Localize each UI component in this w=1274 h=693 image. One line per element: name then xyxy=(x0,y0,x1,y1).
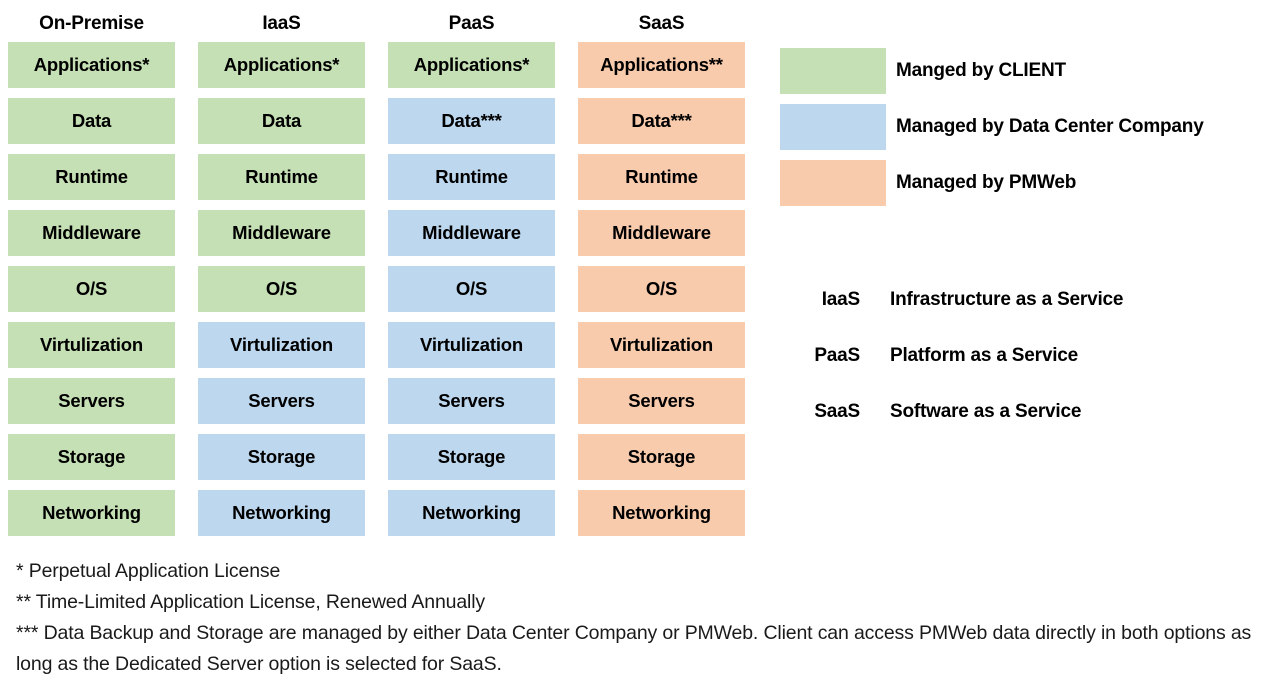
acronym-description: Platform as a Service xyxy=(890,345,1079,366)
stack-cell[interactable]: Virtulization xyxy=(8,322,175,368)
stack-cell[interactable]: Applications* xyxy=(198,42,365,88)
legend-item: Managed by Data Center Company xyxy=(780,104,1204,150)
stack-cell[interactable]: Runtime xyxy=(578,154,745,200)
acronym-item: IaaS Infrastructure as a Service xyxy=(780,277,1124,323)
stack-cell[interactable]: Middleware xyxy=(8,210,175,256)
legend-label: Managed by Data Center Company xyxy=(896,116,1204,137)
acronym-item: SaaS Software as a Service xyxy=(780,389,1123,435)
stack-cell[interactable]: Virtulization xyxy=(198,322,365,368)
column-header-saas: SaaS xyxy=(638,13,685,34)
stack-cell[interactable]: Servers xyxy=(578,378,745,424)
stack-cell[interactable]: Middleware xyxy=(578,210,745,256)
stack-cell[interactable]: Networking xyxy=(388,490,555,536)
stack-cell[interactable]: O/S xyxy=(8,266,175,312)
stack-cell[interactable]: Applications* xyxy=(388,42,555,88)
footnotes: * Perpetual Application License ** Time-L… xyxy=(16,556,1266,680)
matrix-row: Networking Networking Networking Networking xyxy=(8,490,748,536)
responsibility-matrix-page: On-Premise IaaS PaaS SaaS Applications* Appl… xyxy=(0,0,1274,693)
stack-cell[interactable]: Networking xyxy=(198,490,365,536)
legend-swatch-datacenter xyxy=(780,104,886,150)
stack-cell[interactable]: O/S xyxy=(578,266,745,312)
legend-swatch-client xyxy=(780,48,886,94)
stack-cell[interactable]: O/S xyxy=(198,266,365,312)
footnote: ** Time-Limited Application License, Ren… xyxy=(16,591,485,613)
legend-label: Managed by PMWeb xyxy=(896,172,1077,193)
stack-cell[interactable]: Storage xyxy=(8,434,175,480)
legend: Manged by CLIENT Managed by Data Center C… xyxy=(780,48,1204,216)
stack-cell[interactable]: Servers xyxy=(198,378,365,424)
acronym-abbreviation: SaaS xyxy=(814,401,860,422)
stack-cell[interactable]: Runtime xyxy=(388,154,555,200)
legend-swatch-pmweb xyxy=(780,160,886,206)
stack-cell[interactable]: O/S xyxy=(388,266,555,312)
stack-cell[interactable]: Middleware xyxy=(388,210,555,256)
stack-cell[interactable]: Runtime xyxy=(8,154,175,200)
stack-cell[interactable]: Virtulization xyxy=(578,322,745,368)
stack-cell[interactable]: Storage xyxy=(198,434,365,480)
acronym-abbreviation: PaaS xyxy=(814,345,860,366)
matrix-body: Applications* Applications* Applications* A… xyxy=(8,42,748,536)
matrix-row: O/S O/S O/S O/S xyxy=(8,266,748,312)
footnote: *** Data Backup and Storage are managed … xyxy=(16,622,1252,675)
matrix-header-row: On-Premise IaaS PaaS SaaS xyxy=(8,6,748,42)
matrix-row: Applications* Applications* Applications* A… xyxy=(8,42,748,88)
stack-cell[interactable]: Networking xyxy=(8,490,175,536)
acronym-description: Infrastructure as a Service xyxy=(890,289,1124,310)
matrix-row: Middleware Middleware Middleware Middleware xyxy=(8,210,748,256)
column-header-on-premise: On-Premise xyxy=(39,13,144,34)
legend-item: Manged by CLIENT xyxy=(780,48,1204,94)
acronym-item: PaaS Platform as a Service xyxy=(780,333,1123,379)
stack-cell[interactable]: Data xyxy=(8,98,175,144)
responsibility-matrix: On-Premise IaaS PaaS SaaS Applications* Appl… xyxy=(8,6,748,546)
matrix-row: Virtulization Virtulization Virtulization V… xyxy=(8,322,748,368)
stack-cell[interactable]: Servers xyxy=(388,378,555,424)
legend-label: Manged by CLIENT xyxy=(896,60,1066,81)
stack-cell[interactable]: Data*** xyxy=(578,98,745,144)
stack-cell[interactable]: Middleware xyxy=(198,210,365,256)
matrix-row: Data Data Data*** Data*** xyxy=(8,98,748,144)
stack-cell[interactable]: Data*** xyxy=(388,98,555,144)
stack-cell[interactable]: Storage xyxy=(388,434,555,480)
stack-cell[interactable]: Storage xyxy=(578,434,745,480)
matrix-row: Storage Storage Storage Storage xyxy=(8,434,748,480)
stack-cell[interactable]: Networking xyxy=(578,490,745,536)
acronym-key: IaaS Infrastructure as a Service PaaS Platf… xyxy=(780,277,1123,445)
column-header-paas: PaaS xyxy=(448,13,495,34)
stack-cell[interactable]: Applications** xyxy=(578,42,745,88)
stack-cell[interactable]: Applications* xyxy=(8,42,175,88)
stack-cell[interactable]: Servers xyxy=(8,378,175,424)
stack-cell[interactable]: Runtime xyxy=(198,154,365,200)
matrix-row: Servers Servers Servers Servers xyxy=(8,378,748,424)
stack-cell[interactable]: Data xyxy=(198,98,365,144)
matrix-row: Runtime Runtime Runtime Runtime xyxy=(8,154,748,200)
acronym-description: Software as a Service xyxy=(890,401,1082,422)
stack-cell[interactable]: Virtulization xyxy=(388,322,555,368)
acronym-abbreviation: IaaS xyxy=(821,289,860,310)
column-header-iaas: IaaS xyxy=(262,13,301,34)
legend-item: Managed by PMWeb xyxy=(780,160,1204,206)
footnote: * Perpetual Application License xyxy=(16,560,281,582)
